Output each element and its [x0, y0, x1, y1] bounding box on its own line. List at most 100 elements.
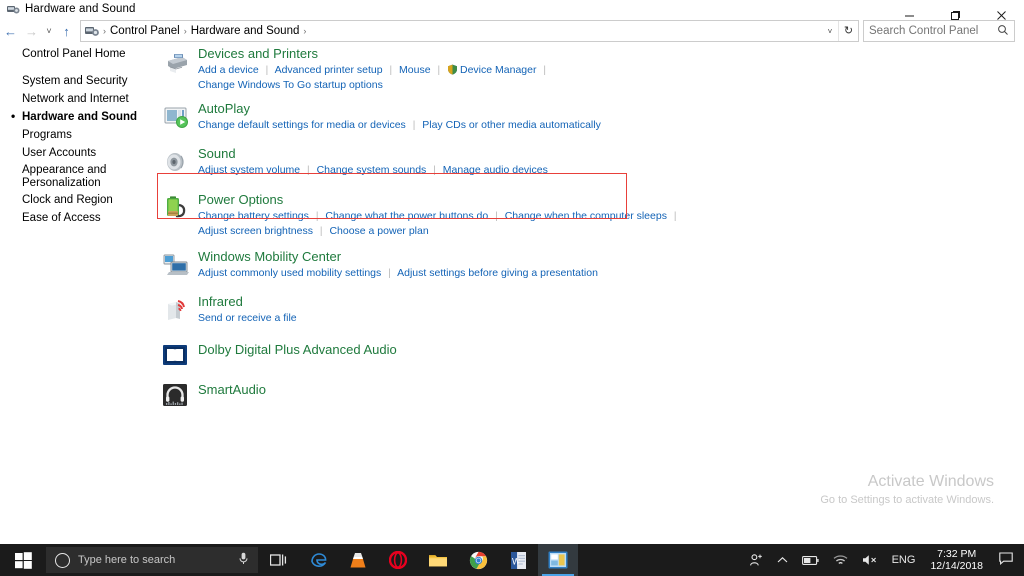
content-area: Control Panel Home System and Security N…: [0, 45, 1024, 544]
link-change-what-the-power-buttons-do[interactable]: Change what the power buttons do: [325, 210, 488, 222]
category-title-infrared[interactable]: Infrared: [198, 293, 243, 310]
action-center-icon[interactable]: [991, 552, 1024, 568]
sidebar-item-user-accounts[interactable]: User Accounts: [0, 144, 155, 162]
dolby-icon: [162, 342, 190, 370]
link-change-when-the-computer-sleeps[interactable]: Change when the computer sleeps: [505, 210, 667, 222]
link-mouse[interactable]: Mouse: [399, 64, 431, 76]
link-separator: |: [409, 120, 420, 131]
link-separator: |: [312, 211, 323, 222]
recent-locations-button[interactable]: ˅: [42, 20, 56, 42]
link-separator: |: [262, 65, 273, 76]
opera-icon[interactable]: [378, 544, 418, 576]
link-change-windows-to-go-startup-options[interactable]: Change Windows To Go startup options: [198, 79, 383, 91]
category-links-autoplay: Change default settings for media or dev…: [198, 118, 780, 133]
taskbar-search-placeholder: Type here to search: [78, 554, 175, 566]
back-button[interactable]: ←: [0, 20, 21, 42]
edge-icon[interactable]: [298, 544, 338, 576]
breadcrumb-hardware-and-sound[interactable]: Hardware and Sound: [188, 21, 303, 41]
link-separator: |: [433, 65, 444, 76]
link-separator: |: [386, 65, 397, 76]
category-title-smartaudio[interactable]: SmartAudio: [198, 379, 266, 401]
category-title-autoplay[interactable]: AutoPlay: [198, 100, 250, 117]
sidebar-item-control-panel-home[interactable]: Control Panel Home: [0, 45, 155, 63]
people-icon[interactable]: [742, 544, 770, 576]
category-links-windows-mobility-center: Adjust commonly used mobility settings |…: [198, 266, 780, 281]
category-title-devices-and-printers[interactable]: Devices and Printers: [198, 45, 318, 62]
link-adjust-screen-brightness[interactable]: Adjust screen brightness: [198, 225, 313, 237]
link-change-system-sounds[interactable]: Change system sounds: [317, 164, 427, 176]
link-manage-audio-devices[interactable]: Manage audio devices: [443, 164, 548, 176]
link-choose-a-power-plan[interactable]: Choose a power plan: [329, 225, 428, 237]
volume-muted-icon[interactable]: [855, 544, 885, 576]
category-links-devices-and-printers: Add a device | Advanced printer setup | …: [198, 63, 780, 92]
language-indicator[interactable]: ENG: [885, 544, 923, 576]
clock[interactable]: 7:32 PM 12/14/2018: [922, 548, 991, 572]
sidebar-item-appearance-and-personalization[interactable]: Appearance and Personalization: [0, 162, 110, 191]
sidebar: Control Panel Home System and Security N…: [0, 45, 155, 227]
file-explorer-icon[interactable]: [418, 544, 458, 576]
chevron-down-icon[interactable]: ˅: [822, 27, 838, 36]
control-panel-window: Hardware and Sound ← → ˅ ↑: [0, 0, 1024, 576]
link-device-manager[interactable]: Device Manager: [460, 64, 536, 76]
sidebar-item-hardware-and-sound[interactable]: Hardware and Sound: [0, 108, 155, 126]
windows-start-icon[interactable]: [0, 544, 46, 576]
link-add-a-device[interactable]: Add a device: [198, 64, 259, 76]
link-adjust-commonly-used-mobility-settings[interactable]: Adjust commonly used mobility settings: [198, 267, 381, 279]
search-box[interactable]: [863, 20, 1015, 42]
activate-windows-watermark: Activate Windows Go to Settings to activ…: [820, 472, 994, 508]
system-tray: ENG 7:32 PM 12/14/2018: [742, 544, 1024, 576]
word-icon[interactable]: W: [498, 544, 538, 576]
search-icon: [997, 24, 1009, 39]
forward-button[interactable]: →: [21, 20, 42, 42]
category-title-sound[interactable]: Sound: [198, 145, 236, 162]
chrome-icon[interactable]: [458, 544, 498, 576]
autoplay-icon: [162, 103, 190, 131]
control-panel-icon[interactable]: [538, 544, 578, 576]
navigation-bar: ← → ˅ ↑ › Control Panel › Hardware and S…: [0, 20, 1024, 42]
sidebar-item-programs[interactable]: Programs: [0, 126, 155, 144]
link-send-or-receive-a-file[interactable]: Send or receive a file: [198, 312, 297, 324]
watermark-title: Activate Windows: [820, 472, 994, 492]
wifi-icon[interactable]: [826, 544, 855, 576]
link-separator: |: [384, 268, 395, 279]
link-adjust-settings-before-giving-a-presentation[interactable]: Adjust settings before giving a presenta…: [397, 267, 598, 279]
taskbar-search-box[interactable]: Type here to search: [46, 547, 258, 573]
taskbar: Type here to search: [0, 544, 1024, 576]
title-bar: Hardware and Sound: [0, 0, 1024, 18]
hardware-sound-icon: [6, 2, 20, 16]
category-title-power-options[interactable]: Power Options: [198, 191, 283, 208]
cortana-circle-icon: [55, 553, 70, 568]
category-title-windows-mobility-center[interactable]: Windows Mobility Center: [198, 248, 341, 265]
link-advanced-printer-setup[interactable]: Advanced printer setup: [275, 64, 383, 76]
category-autoplay: AutoPlay Change default settings for med…: [160, 100, 780, 133]
link-change-battery-settings[interactable]: Change battery settings: [198, 210, 309, 222]
search-input[interactable]: [869, 25, 994, 37]
category-title-dolby-digital-plus-advanced-audio[interactable]: Dolby Digital Plus Advanced Audio: [198, 339, 397, 361]
breadcrumb-control-panel[interactable]: Control Panel: [107, 21, 183, 41]
infrared-icon: [162, 296, 190, 324]
up-button[interactable]: ↑: [56, 20, 77, 42]
link-separator: |: [670, 211, 681, 222]
category-sound: Sound Adjust system volume | Change syst…: [160, 145, 780, 178]
link-separator: |: [316, 226, 327, 237]
link-change-default-settings-for-media-or-devices[interactable]: Change default settings for media or dev…: [198, 119, 406, 131]
breadcrumb-sep-2[interactable]: ›: [302, 26, 307, 36]
category-power-options: Power Options Change battery settings | …: [160, 191, 780, 239]
sidebar-item-network-and-internet[interactable]: Network and Internet: [0, 90, 155, 108]
sidebar-item-system-and-security[interactable]: System and Security: [0, 72, 155, 90]
category-links-infrared: Send or receive a file: [198, 311, 780, 325]
battery-icon[interactable]: [795, 544, 826, 576]
chevron-up-icon[interactable]: [770, 544, 795, 576]
microphone-icon[interactable]: [238, 552, 249, 568]
link-adjust-system-volume[interactable]: Adjust system volume: [198, 164, 300, 176]
task-view-icon[interactable]: [258, 544, 298, 576]
link-play-cds-or-other-media-automatically[interactable]: Play CDs or other media automatically: [422, 119, 601, 131]
watermark-subtitle: Go to Settings to activate Windows.: [820, 492, 994, 508]
category-links-sound: Adjust system volume | Change system sou…: [198, 163, 780, 178]
refresh-icon[interactable]: ↻: [838, 21, 858, 41]
sidebar-item-clock-and-region[interactable]: Clock and Region: [0, 191, 155, 209]
address-bar[interactable]: › Control Panel › Hardware and Sound › ˅…: [80, 20, 859, 42]
sidebar-item-ease-of-access[interactable]: Ease of Access: [0, 209, 155, 227]
category-windows-mobility-center: Windows Mobility Center Adjust commonly …: [160, 248, 780, 281]
vlc-icon[interactable]: [338, 544, 378, 576]
